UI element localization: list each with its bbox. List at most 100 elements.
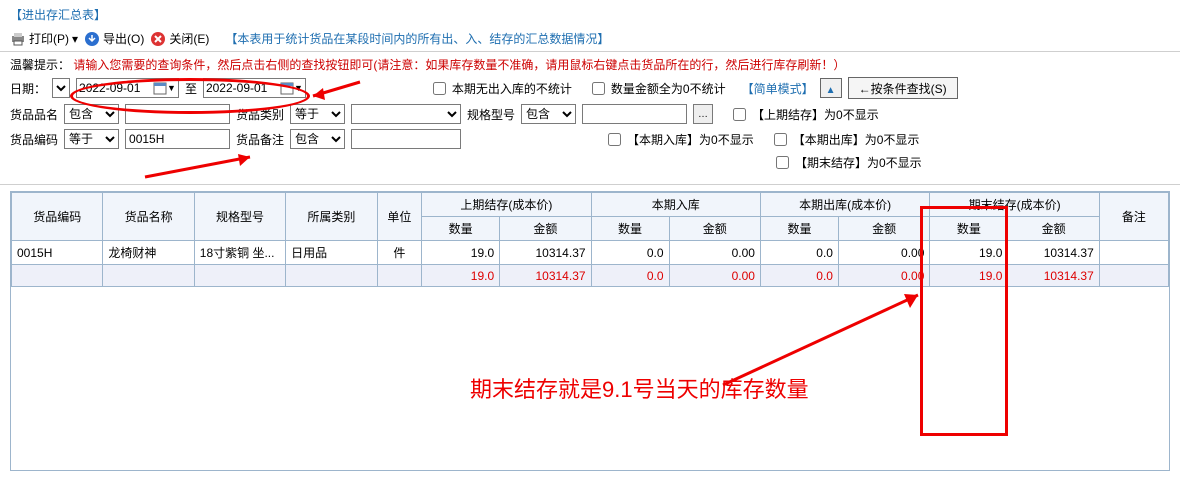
remark-op-select[interactable]: 包含	[290, 129, 345, 149]
cell-unit: 件	[377, 241, 422, 265]
total-end-amt: 10314.37	[1008, 265, 1099, 287]
col-cat[interactable]: 所属类别	[286, 193, 377, 241]
dropdown-arrow-icon: ▼	[294, 83, 303, 93]
search-button[interactable]: ←按条件查找(S)	[848, 77, 958, 99]
cell-in-qty: 0.0	[591, 241, 669, 265]
col-unit[interactable]: 单位	[377, 193, 422, 241]
end-zero-checkbox[interactable]	[776, 156, 789, 169]
name-input[interactable]	[125, 104, 230, 124]
col-end[interactable]: 期末结存(成本价)	[930, 193, 1099, 217]
remark-label: 货品备注	[236, 131, 284, 148]
data-grid[interactable]: 货品编码 货品名称 规格型号 所属类别 单位 上期结存(成本价) 本期入库 本期…	[10, 191, 1170, 471]
toolbar: 打印(P) ▾ 导出(O) 关闭(E) 【本表用于统计货品在某段时间内的所有出、…	[0, 26, 1180, 52]
close-label: 关闭(E)	[169, 30, 209, 47]
cell-prev-amt: 10314.37	[500, 241, 591, 265]
cell-code: 0015H	[12, 241, 103, 265]
col-spec[interactable]: 规格型号	[194, 193, 285, 241]
col-in[interactable]: 本期入库	[591, 193, 760, 217]
calendar-icon	[280, 81, 294, 95]
date-mode-select[interactable]	[52, 78, 70, 98]
cell-spec: 18寸紫铜 坐...	[194, 241, 285, 265]
date-separator: 至	[185, 80, 197, 97]
cat-value-select[interactable]	[351, 104, 461, 124]
export-label: 导出(O)	[103, 30, 144, 47]
printer-icon	[10, 31, 26, 47]
hint-label: 温馨提示：	[10, 58, 70, 72]
col-end-qty[interactable]: 数量	[930, 217, 1008, 241]
date-to-field[interactable]: ▼	[203, 78, 306, 98]
out-zero-checkbox[interactable]	[774, 133, 787, 146]
col-prev[interactable]: 上期结存(成本价)	[422, 193, 591, 217]
total-in-amt: 0.00	[669, 265, 760, 287]
col-out[interactable]: 本期出库(成本价)	[760, 193, 929, 217]
table-row[interactable]: 0015H 龙椅财神 18寸紫铜 坐... 日用品 件 19.0 10314.3…	[12, 241, 1169, 265]
col-code[interactable]: 货品编码	[12, 193, 103, 241]
name-label: 货品品名	[10, 106, 58, 123]
code-input[interactable]	[125, 129, 230, 149]
total-out-amt: 0.00	[838, 265, 929, 287]
export-icon	[84, 31, 100, 47]
end-zero-label: 【期末结存】为0不显示	[795, 154, 922, 171]
total-out-qty: 0.0	[760, 265, 838, 287]
col-prev-qty[interactable]: 数量	[422, 217, 500, 241]
col-name[interactable]: 货品名称	[103, 193, 194, 241]
no-inout-label: 本期无出入库的不统计	[452, 80, 572, 97]
col-out-amt[interactable]: 金额	[838, 217, 929, 241]
export-button[interactable]: 导出(O)	[84, 30, 144, 47]
filter-panel: 日期： ▼ 至 ▼ 本期无出入库的不统计 数量金额全为0不统计 【简单模式】 ▲…	[0, 75, 1180, 185]
out-zero-label: 【本期出库】为0不显示	[793, 131, 920, 148]
code-op-select[interactable]: 等于	[64, 129, 119, 149]
print-label: 打印(P)	[29, 30, 69, 47]
spec-input[interactable]	[582, 104, 687, 124]
cell-remark	[1099, 241, 1168, 265]
total-prev-amt: 10314.37	[500, 265, 591, 287]
date-to-input[interactable]	[206, 81, 278, 95]
spec-op-select[interactable]: 包含	[521, 104, 576, 124]
close-button[interactable]: 关闭(E)	[150, 30, 209, 47]
print-button[interactable]: 打印(P) ▾	[10, 30, 78, 47]
close-icon	[150, 31, 166, 47]
cell-cat: 日用品	[286, 241, 377, 265]
cell-end-amt: 10314.37	[1008, 241, 1099, 265]
no-inout-checkbox[interactable]	[433, 82, 446, 95]
simple-mode-link[interactable]: 【简单模式】	[742, 80, 814, 97]
code-label: 货品编码	[10, 131, 58, 148]
page-title: 【进出存汇总表】	[0, 0, 1180, 26]
cell-end-qty: 19.0	[930, 241, 1008, 265]
date-from-field[interactable]: ▼	[76, 78, 179, 98]
col-in-amt[interactable]: 金额	[669, 217, 760, 241]
cell-name: 龙椅财神	[103, 241, 194, 265]
cell-out-qty: 0.0	[760, 241, 838, 265]
col-remark[interactable]: 备注	[1099, 193, 1168, 241]
col-out-qty[interactable]: 数量	[760, 217, 838, 241]
col-end-amt[interactable]: 金额	[1008, 217, 1099, 241]
col-in-qty[interactable]: 数量	[591, 217, 669, 241]
in-zero-label: 【本期入库】为0不显示	[627, 131, 754, 148]
total-prev-qty: 19.0	[422, 265, 500, 287]
date-label: 日期：	[10, 80, 46, 97]
hint-text: 请输入您需要的查询条件，然后点击右侧的查找按钮即可(请注意：如果库存数量不准确，…	[73, 58, 845, 72]
calendar-icon	[153, 81, 167, 95]
dropdown-arrow-icon: ▾	[72, 32, 78, 46]
hint-row: 温馨提示： 请输入您需要的查询条件，然后点击右侧的查找按钮即可(请注意：如果库存…	[0, 52, 1180, 75]
cell-in-amt: 0.00	[669, 241, 760, 265]
prev-button[interactable]: ▲	[820, 78, 842, 98]
prev-zero-label: 【上期结存】为0不显示	[752, 106, 879, 123]
spec-lookup-button[interactable]: …	[693, 104, 713, 124]
cell-prev-qty: 19.0	[422, 241, 500, 265]
in-zero-checkbox[interactable]	[608, 133, 621, 146]
name-op-select[interactable]: 包含	[64, 104, 119, 124]
toolbar-description: 【本表用于统计货品在某段时间内的所有出、入、结存的汇总数据情况】	[225, 30, 609, 47]
zero-checkbox[interactable]	[592, 82, 605, 95]
cat-op-select[interactable]: 等于	[290, 104, 345, 124]
remark-input[interactable]	[351, 129, 461, 149]
total-in-qty: 0.0	[591, 265, 669, 287]
total-row[interactable]: 19.0 10314.37 0.0 0.00 0.0 0.00 19.0 103…	[12, 265, 1169, 287]
spec-label: 规格型号	[467, 106, 515, 123]
prev-zero-checkbox[interactable]	[733, 108, 746, 121]
col-prev-amt[interactable]: 金额	[500, 217, 591, 241]
zero-label: 数量金额全为0不统计	[611, 80, 726, 97]
cell-out-amt: 0.00	[838, 241, 929, 265]
total-end-qty: 19.0	[930, 265, 1008, 287]
date-from-input[interactable]	[79, 81, 151, 95]
